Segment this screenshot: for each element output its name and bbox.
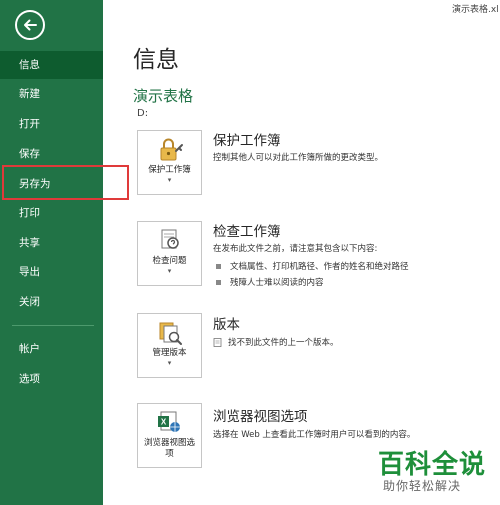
nav-item-options[interactable]: 选项 [0,365,103,393]
inspect-workbook-heading: 检查工作簿 [213,224,281,240]
document-title: 演示表格 [133,87,194,105]
document-path: D: [137,108,149,119]
protect-workbook-label: 保护工作簿 [148,165,191,175]
protect-workbook-button[interactable]: 保护工作簿 ▾ [137,130,202,195]
inspect-bullet-text: 残障人士难以阅读的内容 [230,278,324,288]
bullet-square-icon [216,280,221,285]
versions-heading: 版本 [213,317,240,333]
nav-item-open[interactable]: 打开 [0,110,103,138]
nav-item-save[interactable]: 保存 [0,140,103,168]
back-button[interactable] [15,10,45,40]
watermark-logo-text: 百科全说 [378,450,487,480]
nav-item-info[interactable]: 信息 [0,51,103,79]
nav-item-print[interactable]: 打印 [0,199,103,227]
versions-description-text: 找不到此文件的上一个版本。 [228,338,339,348]
excel-globe-icon: X [157,411,180,432]
nav-divider [12,325,94,326]
dropdown-caret-icon: ▾ [167,359,172,367]
window-file-name: 演示表格.xl [452,5,499,15]
inspect-bullet-item: 文档属性、打印机路径、作者的姓名和绝对路径 [216,260,409,272]
inspect-bullet-text: 文档属性、打印机路径、作者的姓名和绝对路径 [230,262,409,272]
nav-item-close[interactable]: 关闭 [0,288,103,316]
watermark-slogan: 助你轻松解决 [383,479,462,493]
arrow-left-icon [24,19,37,31]
dropdown-caret-icon: ▾ [167,176,172,184]
nav-item-export[interactable]: 导出 [0,258,103,286]
browser-view-options-button[interactable]: X 浏览器视图选项 [137,403,202,468]
inspect-bullet-item: 残障人士难以阅读的内容 [216,276,324,288]
protect-workbook-description: 控制其他人可以对此工作簿所做的更改类型。 [213,153,384,163]
manage-versions-icon [159,322,182,345]
check-for-issues-label: 检查问题 [152,256,187,266]
dropdown-caret-icon: ▾ [167,267,172,275]
inspect-workbook-description: 在发布此文件之前，请注意其包含以下内容: [213,244,378,254]
backstage-sidebar: 信息 新建 打开 保存 另存为 打印 共享 导出 关闭 帐户 选项 [0,0,103,505]
bullet-square-icon [216,264,221,269]
save-as-highlight-box [2,165,129,200]
nav-item-new[interactable]: 新建 [0,80,103,108]
page-title: 信息 [133,47,179,73]
document-small-icon [213,338,222,347]
versions-description: 找不到此文件的上一个版本。 [213,336,339,348]
browser-view-options-label: 浏览器视图选项 [143,438,195,459]
check-for-issues-button[interactable]: 检查问题 ▾ [137,221,202,286]
inspect-document-icon [161,229,179,249]
nav-item-account[interactable]: 帐户 [0,335,103,363]
nav-item-share[interactable]: 共享 [0,229,103,257]
protect-workbook-heading: 保护工作簿 [213,133,281,149]
svg-text:X: X [160,418,166,427]
browser-view-options-heading: 浏览器视图选项 [213,409,308,425]
browser-view-options-description: 选择在 Web 上查看此工作簿时用户可以看到的内容。 [213,430,416,440]
lock-key-icon [160,138,183,161]
manage-versions-label: 管理版本 [152,348,187,358]
manage-versions-button[interactable]: 管理版本 ▾ [137,313,202,378]
